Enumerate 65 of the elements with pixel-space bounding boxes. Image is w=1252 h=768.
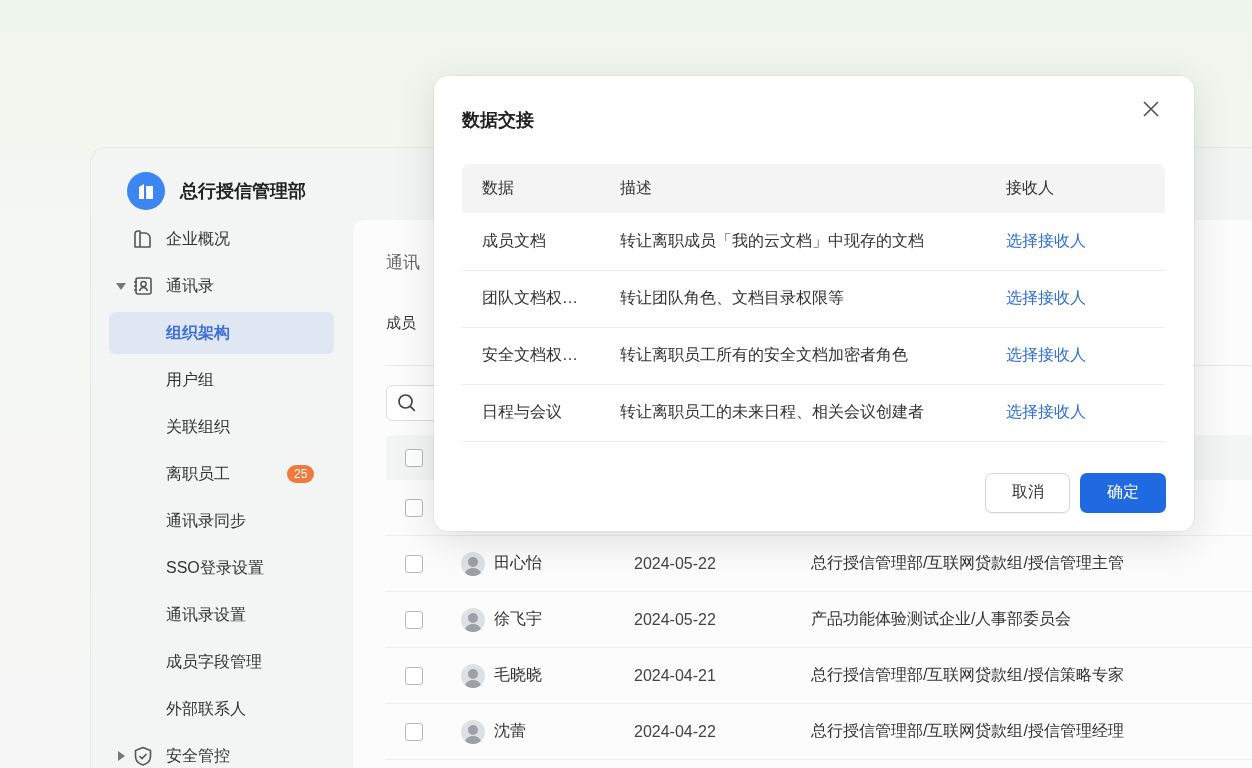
description-cell: 转让团队角色、文档目录权限等 (600, 270, 986, 327)
department-cell-text: 产品功能体验测试企业/人事部委员会 (811, 609, 1072, 629)
sidebar-item[interactable]: 企业概况 (109, 218, 334, 260)
avatar-icon (461, 719, 485, 744)
building-icon (132, 228, 154, 250)
checkbox[interactable] (405, 448, 423, 467)
shield-icon (132, 745, 154, 767)
date-cell-text: 2024-05-22 (634, 610, 717, 629)
count-badge: 25 (287, 465, 315, 483)
avatar-icon (461, 551, 485, 576)
search-field[interactable] (386, 385, 435, 421)
avatar-icon (461, 663, 485, 688)
date-cell-text: 2024-05-22 (634, 554, 717, 573)
select-receiver-link[interactable]: 选择接收人 (1006, 231, 1086, 249)
sidebar-item[interactable]: 通讯录同步 (109, 500, 334, 542)
date-cell-text: 2024-04-22 (634, 722, 717, 741)
member-name: 徐飞宇 (494, 609, 543, 629)
checkbox[interactable] (405, 554, 423, 573)
select-receiver-link[interactable]: 选择接收人 (1006, 289, 1086, 306)
sidebar-item[interactable]: 安全管控 (109, 735, 334, 768)
sidebar-item[interactable]: 用户组 (109, 359, 334, 401)
search-icon (397, 393, 417, 413)
checkbox[interactable] (405, 610, 423, 629)
checkbox[interactable] (405, 498, 423, 517)
dialog-title: 数据交接 (462, 109, 534, 132)
column-header: 接收人 (986, 164, 1165, 213)
members-tab[interactable]: 成员 (386, 314, 416, 333)
department-cell-text: 总行授信管理部/互联网贷款组/授信管理主管 (811, 553, 1124, 573)
column-header: 描述 (600, 164, 986, 213)
caret-icon[interactable] (116, 283, 126, 290)
avatar-icon (461, 607, 485, 632)
cancel-button[interactable]: 取消 (985, 472, 1070, 513)
sidebar-item[interactable]: 外部联系人 (109, 688, 334, 730)
contact-card-icon (132, 275, 154, 297)
organization-title: 总行授信管理部 (180, 180, 306, 203)
select-receiver-link[interactable]: 选择接收人 (1006, 403, 1086, 420)
department-cell-text: 总行授信管理部/互联网贷款组/授信策略专家 (811, 665, 1124, 685)
data-cell: 成员文档 (462, 213, 600, 270)
data-cell: 日程与会议 (462, 384, 600, 441)
member-name: 毛晓晓 (494, 665, 543, 685)
breadcrumb[interactable]: 通讯 (386, 251, 420, 275)
close-icon (1142, 100, 1160, 118)
data-cell: 团队文档权… (462, 270, 600, 327)
sidebar-item[interactable]: 通讯录设置 (109, 594, 334, 636)
description-cell: 转让离职员工的未来日程、相关会议创建者 (600, 384, 986, 441)
department-cell-text: 总行授信管理部/互联网贷款组/授信管理经理 (811, 721, 1124, 741)
data-cell: 安全文档权… (462, 327, 600, 384)
confirm-button[interactable]: 确定 (1080, 472, 1166, 513)
select-receiver-link[interactable]: 选择接收人 (1006, 346, 1086, 363)
sidebar-item[interactable]: 关联组织 (109, 406, 334, 448)
checkbox[interactable] (405, 666, 423, 685)
member-name: 田心怡 (494, 553, 543, 573)
description-cell: 转让离职员工所有的安全文档加密者角色 (600, 327, 986, 384)
sidebar-item[interactable]: 通讯录 (109, 265, 334, 307)
member-name: 沈蕾 (494, 721, 527, 741)
sidebar-item[interactable]: 组织架构 (109, 312, 334, 354)
sidebar-item[interactable]: SSO登录设置 (109, 547, 334, 589)
caret-icon[interactable] (118, 751, 125, 761)
logo-icon (127, 172, 165, 210)
description-cell: 转让离职成员「我的云文档」中现存的文档 (600, 213, 986, 270)
column-header: 数据 (462, 164, 600, 213)
date-cell-text: 2024-04-21 (634, 666, 717, 685)
sidebar-item[interactable]: 离职员工 25 (109, 453, 334, 495)
sidebar-item[interactable]: 成员字段管理 (109, 641, 334, 683)
checkbox[interactable] (405, 722, 423, 741)
